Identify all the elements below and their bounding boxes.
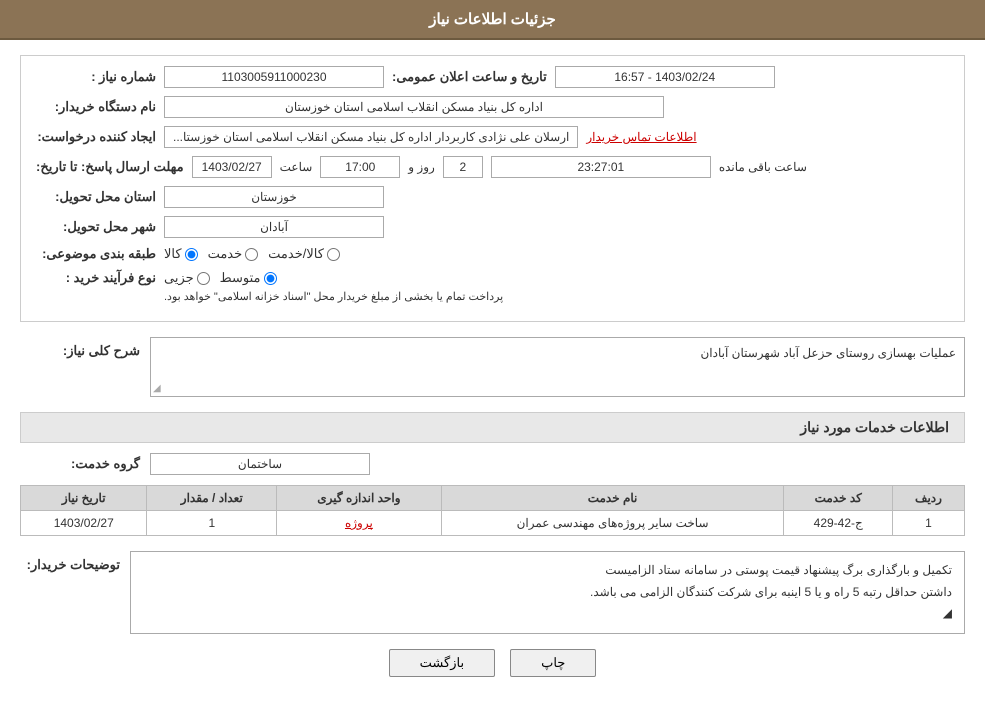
buyer-desc-label: توضیحات خریدار: [20, 551, 120, 573]
buyer-desc-box: تکمیل و بارگذاری برگ پیشنهاد قیمت پوستی … [130, 551, 965, 634]
col-row: ردیف [892, 486, 964, 511]
service-group-label: گروه خدمت: [20, 456, 140, 472]
buyer-desc-line1: تکمیل و بارگذاری برگ پیشنهاد قیمت پوستی … [143, 560, 952, 582]
service-group-value: ساختمان [150, 453, 370, 475]
deadline-day-label: روز و [408, 160, 435, 174]
process-motavasset[interactable]: متوسط [220, 270, 277, 286]
need-desc-value: عملیات بهسازی روستای حزعل آباد شهرستان آ… [700, 346, 956, 360]
deadline-date: 1403/02/27 [192, 156, 272, 178]
cell-row: 1 [892, 511, 964, 536]
col-name: نام خدمت [441, 486, 784, 511]
cell-date: 1403/02/27 [21, 511, 147, 536]
cell-unit[interactable]: پروژه [277, 511, 441, 536]
province-value: خوزستان [164, 186, 384, 208]
col-date: تاریخ نیاز [21, 486, 147, 511]
resize-handle: ◢ [153, 383, 161, 394]
cell-name: ساخت سایر پروژه‌های مهندسی عمران [441, 511, 784, 536]
deadline-days: 2 [443, 156, 483, 178]
buyer-desc-line2: داشتن حداقل رتبه 5 راه و یا 5 اینبه برای… [143, 582, 952, 604]
category-kala-khedmat[interactable]: کالا/خدمت [268, 246, 340, 262]
page-header: جزئیات اطلاعات نیاز [0, 0, 985, 40]
deadline-remain-label: ساعت باقی مانده [719, 160, 807, 174]
category-kala[interactable]: کالا [164, 246, 198, 262]
cell-code: ج-42-429 [784, 511, 893, 536]
deadline-time-label: ساعت [280, 160, 313, 174]
city-label: شهر محل تحویل: [36, 219, 156, 235]
col-code: کد خدمت [784, 486, 893, 511]
need-number-value: 1103005911000230 [164, 66, 384, 88]
creator-contact-link[interactable]: اطلاعات تماس خریدار [586, 130, 696, 144]
col-unit: واحد اندازه گیری [277, 486, 441, 511]
need-number-label: شماره نیاز : [36, 69, 156, 85]
services-section-title: اطلاعات خدمات مورد نیاز [20, 412, 965, 443]
back-button[interactable]: بازگشت [389, 649, 495, 677]
process-label: نوع فرآیند خرید : [36, 270, 156, 286]
buyer-resize-handle: ◢ [943, 606, 952, 620]
deadline-label: مهلت ارسال پاسخ: تا تاریخ: [36, 159, 184, 175]
process-description: پرداخت تمام یا بخشی از مبلغ خریدار محل "… [164, 290, 523, 303]
city-value: آبادان [164, 216, 384, 238]
print-button[interactable]: چاپ [510, 649, 596, 677]
need-desc-box: عملیات بهسازی روستای حزعل آباد شهرستان آ… [150, 337, 965, 397]
category-radio-group: کالا خدمت کالا/خدمت [164, 246, 340, 262]
process-jozi[interactable]: جزیی [164, 270, 210, 286]
cell-quantity: 1 [147, 511, 277, 536]
category-khedmat[interactable]: خدمت [208, 246, 259, 262]
page-title: جزئیات اطلاعات نیاز [429, 11, 556, 28]
table-row: 1 ج-42-429 ساخت سایر پروژه‌های مهندسی عم… [21, 511, 965, 536]
unit-link[interactable]: پروژه [345, 516, 373, 530]
province-label: استان محل تحویل: [36, 189, 156, 205]
services-table: ردیف کد خدمت نام خدمت واحد اندازه گیری ت… [20, 485, 965, 536]
date-label: تاریخ و ساعت اعلان عمومی: [392, 69, 547, 85]
deadline-time: 17:00 [320, 156, 400, 178]
button-row: چاپ بازگشت [20, 649, 965, 677]
buyer-label: نام دستگاه خریدار: [36, 99, 156, 115]
buyer-value: اداره کل بنیاد مسکن انقلاب اسلامی استان … [164, 96, 664, 118]
process-radio-group: جزیی متوسط [164, 270, 523, 286]
need-desc-label: شرح کلی نیاز: [20, 337, 140, 359]
date-value: 1403/02/24 - 16:57 [555, 66, 775, 88]
col-quantity: تعداد / مقدار [147, 486, 277, 511]
deadline-remain: 23:27:01 [491, 156, 711, 178]
category-label: طبقه بندی موضوعی: [36, 246, 156, 262]
creator-value: ارسلان علی نژادی کاربردار اداره کل بنیاد… [164, 126, 578, 148]
creator-label: ایجاد کننده درخواست: [36, 129, 156, 145]
